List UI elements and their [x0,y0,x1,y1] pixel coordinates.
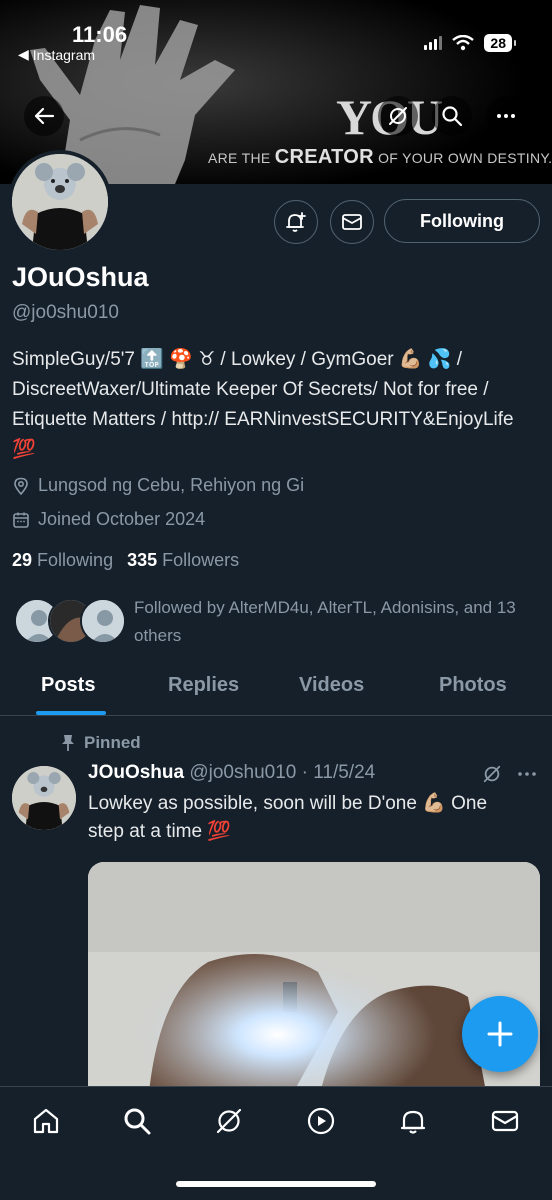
post-author-avatar[interactable] [12,766,76,830]
notification-bell-plus-icon [286,212,306,232]
post-date: · 11/5/24 [301,762,376,783]
followers-count: 335 [127,550,158,570]
back-triangle-icon: ◀ [18,46,29,62]
tab-videos[interactable]: Videos [299,674,364,697]
more-button[interactable] [486,96,526,136]
followers-count-link[interactable]: 335 Followers [127,550,239,571]
joined-text: Joined October 2024 [38,509,206,529]
banner-quote-line: ARE THE CREATOR OF YOUR OWN DESTINY. [208,146,552,169]
back-button[interactable] [24,96,64,136]
location-text: Lungsod ng Cebu, Rehiyon ng Gi [38,475,305,495]
mail-icon [342,214,362,230]
message-button[interactable] [330,200,374,244]
wifi-icon [452,35,475,51]
location-pin-icon [14,477,28,495]
nav-video[interactable] [305,1105,337,1137]
more-icon [497,114,515,118]
back-app-label: Instagram [32,46,96,63]
status-time: 11:06 [72,22,128,47]
nav-messages[interactable] [489,1105,521,1137]
more-icon [518,772,536,776]
back-arrow-icon [34,107,55,125]
nav-search[interactable] [121,1105,153,1137]
grok-icon [389,107,407,125]
location-row: Lungsod ng Cebu, Rehiyon ng Gi [12,475,304,496]
search-icon [124,1108,151,1135]
bell-icon [400,1110,426,1134]
profile-tabs: Posts Replies Videos Photos [0,660,552,716]
post-author-name[interactable]: JOuOshua [88,762,184,783]
joined-row: Joined October 2024 [12,509,205,530]
following-count-link[interactable]: 29 Following [12,550,113,571]
post-grok-button[interactable] [482,764,502,789]
home-icon [33,1108,59,1134]
home-indicator[interactable] [176,1181,376,1187]
following-count: 29 [12,550,33,570]
tab-photos[interactable]: Photos [439,674,507,697]
pinned-text: Pinned [84,733,141,752]
post-header: JOuOshua @jo0shu010 · 11/5/24 [88,762,375,784]
banner-quote-pre: ARE THE [208,150,271,166]
plus-icon [487,1021,513,1047]
followed-by-text[interactable]: Followed by AlterMD4u, AlterTL, Adonisin… [134,594,544,650]
profile-avatar[interactable] [8,150,112,254]
mail-icon [491,1110,519,1132]
play-icon [307,1107,335,1135]
avatar-image [12,154,108,250]
cellular-signal-icon [424,36,443,50]
post-media-image[interactable] [88,862,540,1102]
tab-posts[interactable]: Posts [41,674,95,697]
nav-home[interactable] [30,1105,62,1137]
pin-icon [62,735,74,751]
search-button[interactable] [432,96,472,136]
active-tab-indicator [36,711,106,715]
battery-indicator: 28 [484,34,516,52]
back-to-app[interactable]: ◀ Instagram [18,46,95,63]
grok-button[interactable] [378,96,418,136]
banner-quote-emph: CREATOR [274,146,374,168]
grok-icon [483,765,501,783]
calendar-icon [13,512,29,528]
profile-bio: SimpleGuy/5'7 🔝 🍄 ♉ / Lowkey / GymGoer 💪… [12,349,514,460]
tab-replies[interactable]: Replies [168,674,239,697]
post-more-button[interactable] [516,764,538,789]
grok-icon [216,1108,242,1134]
subscribe-notifications-button[interactable] [274,200,318,244]
nav-notifications[interactable] [397,1105,429,1137]
following-button[interactable]: Following [384,199,540,243]
display-name: JOuOshua [12,262,149,292]
banner-quote-post: OF YOUR OWN DESTINY. [378,150,552,166]
user-handle: @jo0shu010 [12,302,119,323]
post-author-handle: @jo0shu010 [189,762,297,783]
status-indicators: 28 [424,34,516,52]
pinned-label: Pinned [60,733,141,753]
followers-label: Followers [162,550,240,570]
follow-counts: 29 Following 335 Followers [12,550,239,571]
following-label: Following [37,550,114,570]
avatar [80,598,126,644]
search-icon [442,106,463,127]
compose-button[interactable] [462,996,538,1072]
post-text: Lowkey as possible, soon will be D'one 💪… [88,793,488,842]
followed-by-avatars[interactable] [14,598,126,646]
nav-grok[interactable] [213,1105,245,1137]
